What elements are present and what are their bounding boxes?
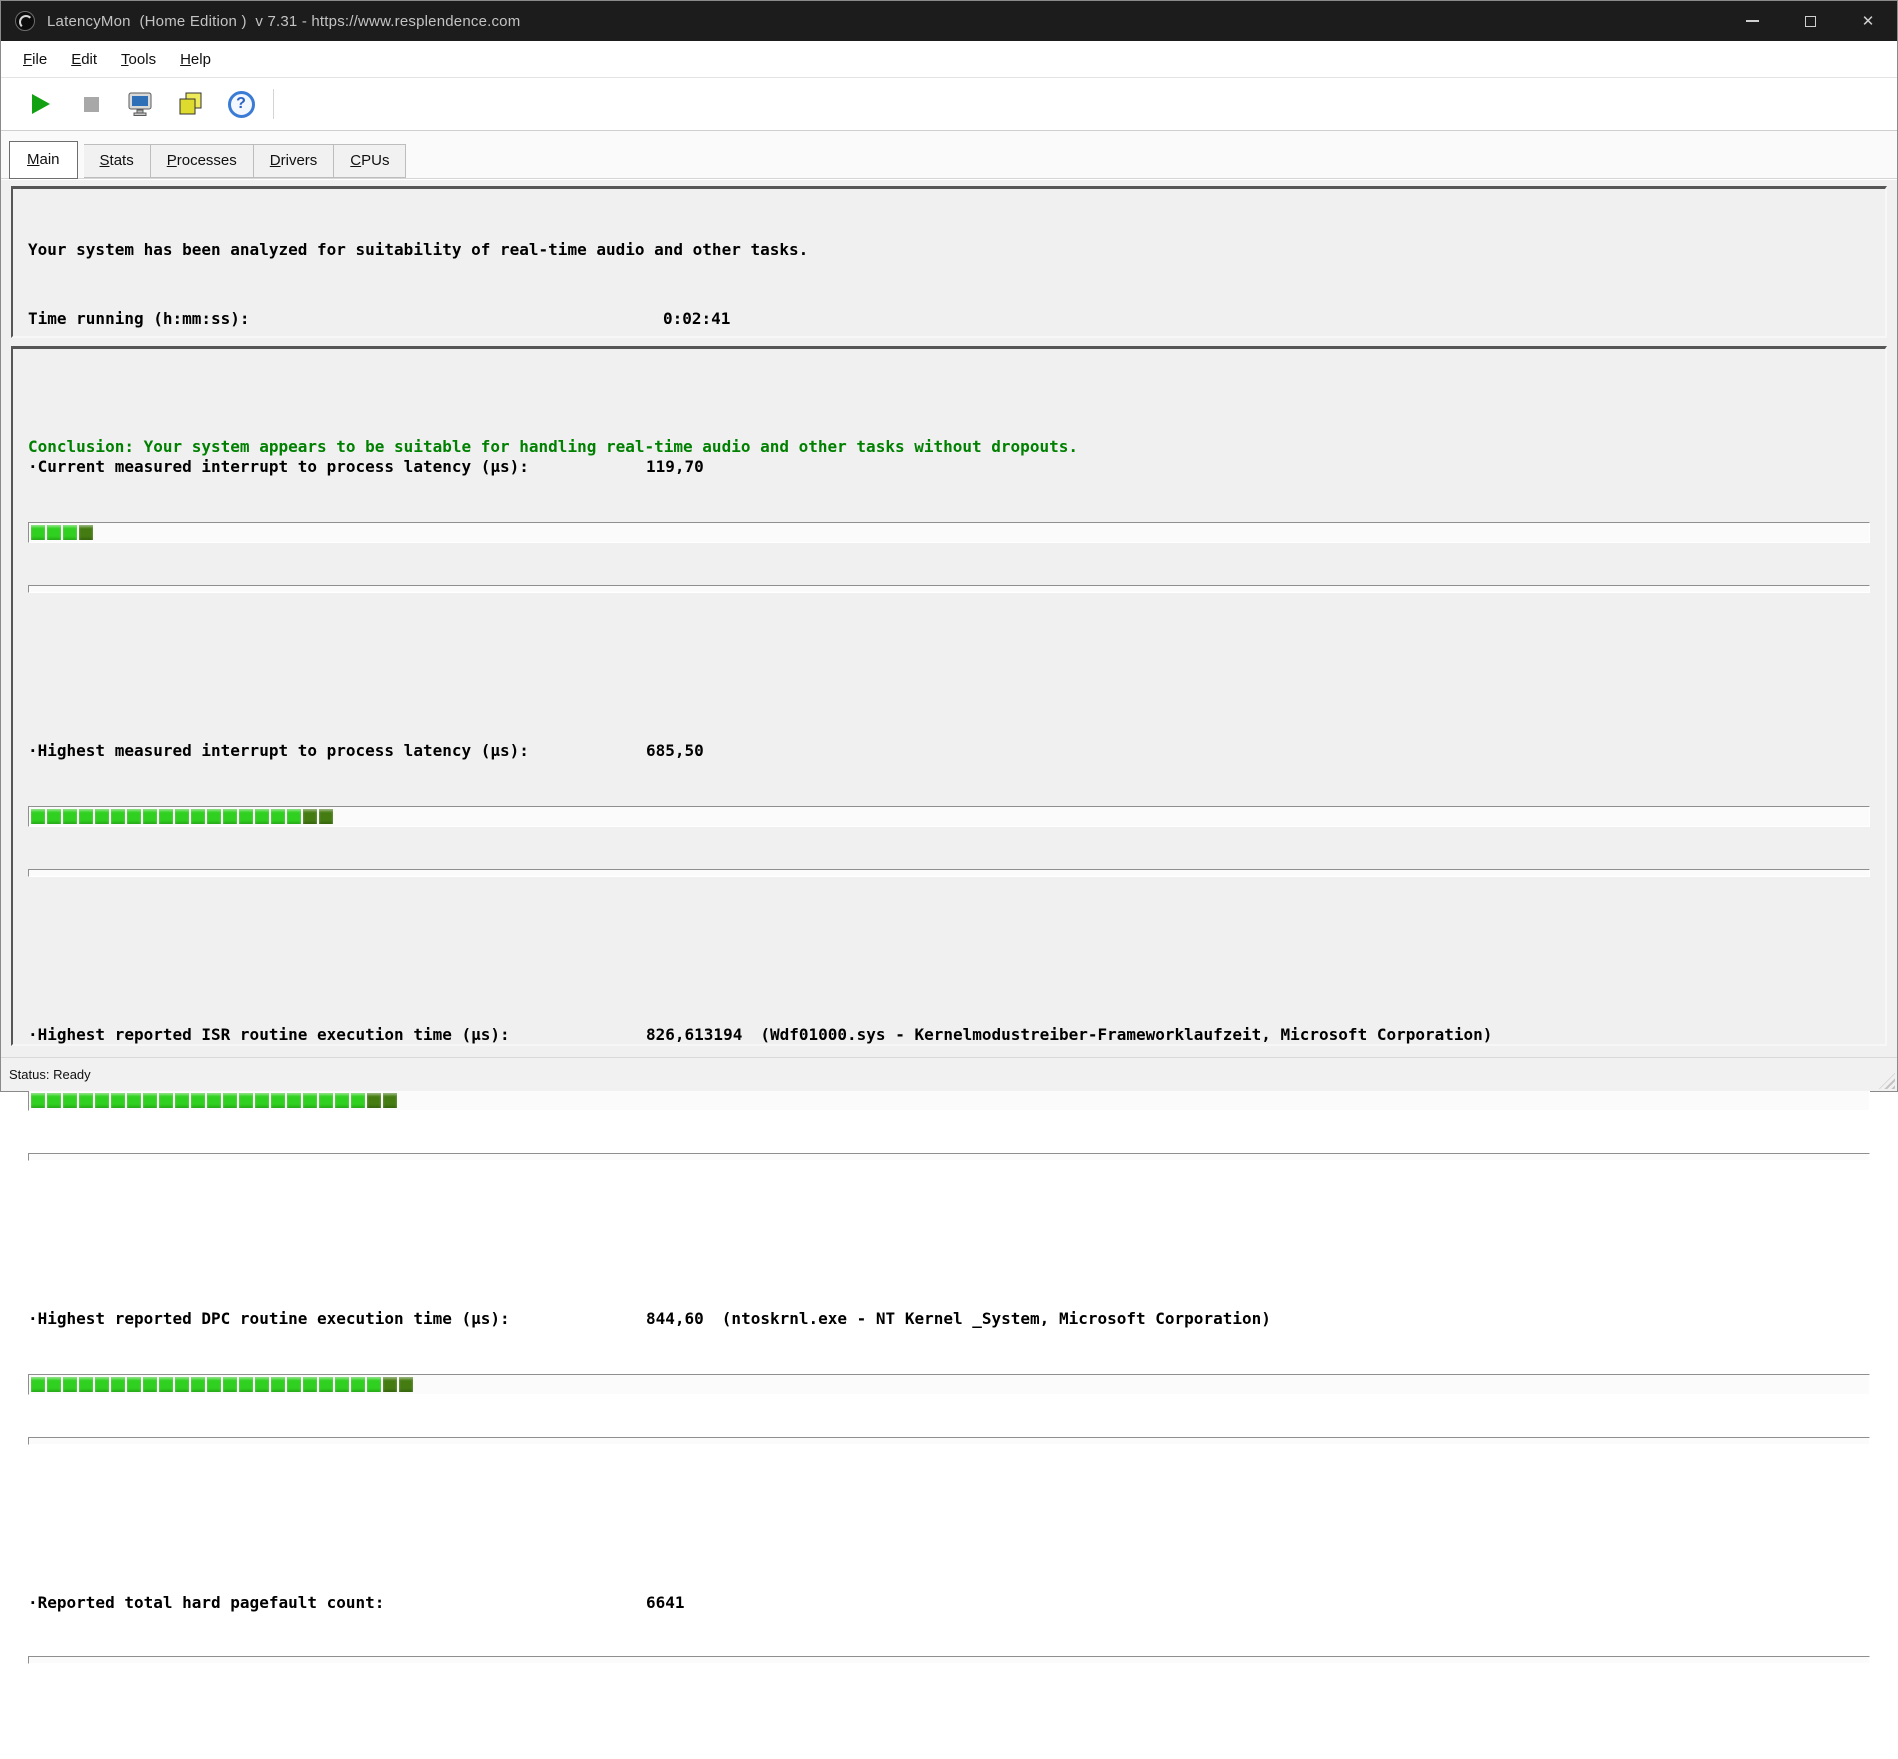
- help-button[interactable]: ?: [223, 85, 259, 123]
- measurement-label: ·Current measured interrupt to process l…: [28, 455, 646, 478]
- time-running-value: 0:02:41: [663, 303, 730, 334]
- menu-edit[interactable]: Edit: [61, 45, 107, 74]
- latency-bar: [28, 1374, 1870, 1395]
- latency-bar-track: [28, 869, 1870, 877]
- latency-bar: [28, 806, 1870, 827]
- report-pages-icon: [176, 89, 206, 119]
- minimize-button[interactable]: [1723, 1, 1781, 41]
- minimize-icon: [1746, 20, 1759, 22]
- menu-tools[interactable]: Tools: [111, 45, 166, 74]
- measurement-extra: (ntoskrnl.exe - NT Kernel _System, Micro…: [722, 1307, 1271, 1330]
- toolbar: ?: [1, 78, 1897, 131]
- tab-drivers[interactable]: Drivers: [254, 144, 335, 178]
- window-title: LatencyMon (Home Edition ) v 7.31 - http…: [47, 13, 520, 30]
- help-icon: ?: [228, 91, 255, 118]
- measurement-row-dpc-time: ·Highest reported DPC routine execution …: [28, 1269, 1870, 1483]
- window-controls: ✕: [1723, 1, 1897, 41]
- toolbar-separator: [273, 89, 274, 119]
- menu-bar: File Edit Tools Help: [1, 41, 1897, 78]
- measurement-label: ·Highest reported DPC routine execution …: [28, 1307, 646, 1330]
- measurement-value: 685,50: [646, 739, 704, 762]
- tab-main[interactable]: Main: [9, 141, 78, 179]
- menu-help[interactable]: Help: [170, 45, 221, 74]
- latency-bar: [28, 522, 1870, 543]
- status-bar: Status: Ready: [1, 1057, 1897, 1091]
- resize-grip-icon[interactable]: [1879, 1073, 1895, 1089]
- main-content: Your system has been analyzed for suitab…: [1, 180, 1897, 1057]
- tab-cpus[interactable]: CPUs: [334, 144, 406, 178]
- measurement-label: ·Highest reported ISR routine execution …: [28, 1023, 646, 1046]
- measurement-row-pagefaults: ·Reported total hard pagefault count: 66…: [28, 1553, 1870, 1702]
- app-icon: [15, 11, 35, 31]
- close-button[interactable]: ✕: [1839, 1, 1897, 41]
- start-monitor-button[interactable]: [23, 85, 59, 123]
- measurement-row-highest-latency: ·Highest measured interrupt to process l…: [28, 701, 1870, 915]
- measurement-value: 826,613194: [646, 1023, 742, 1046]
- measurement-value: 6641: [646, 1591, 685, 1614]
- title-bar: LatencyMon (Home Edition ) v 7.31 - http…: [1, 1, 1897, 41]
- summary-panel: Your system has been analyzed for suitab…: [11, 186, 1887, 338]
- latency-bar: [28, 1090, 1870, 1111]
- measurement-value: 844,60: [646, 1307, 704, 1330]
- tab-stats[interactable]: Stats: [84, 144, 151, 178]
- tab-strip: Main Stats Processes Drivers CPUs: [1, 131, 1897, 179]
- play-icon: [32, 94, 50, 114]
- measurement-row-isr-time: ·Highest reported ISR routine execution …: [28, 985, 1870, 1199]
- latency-bar-track: [28, 1153, 1870, 1161]
- time-running-label: Time running (h:mm:ss):: [28, 303, 663, 334]
- latency-bar-track: [28, 1437, 1870, 1445]
- analysis-text: Your system has been analyzed for suitab…: [28, 234, 1870, 265]
- maximize-icon: [1805, 16, 1816, 27]
- pagefault-bar-track: [28, 1656, 1870, 1664]
- status-text: Status: Ready: [9, 1067, 91, 1082]
- measurement-value: 119,70: [646, 455, 704, 478]
- menu-file[interactable]: File: [13, 45, 57, 74]
- analyzer-button[interactable]: [123, 85, 159, 123]
- maximize-button[interactable]: [1781, 1, 1839, 41]
- report-button[interactable]: [173, 85, 209, 123]
- stop-icon: [84, 97, 99, 112]
- measurement-extra: (Wdf01000.sys - Kernelmodustreiber-Frame…: [760, 1023, 1492, 1046]
- measurement-label: ·Highest measured interrupt to process l…: [28, 739, 646, 762]
- measurement-label: ·Reported total hard pagefault count:: [28, 1591, 646, 1614]
- latency-bar-track: [28, 585, 1870, 593]
- tab-processes[interactable]: Processes: [151, 144, 254, 178]
- analyzer-monitor-icon: [126, 89, 156, 119]
- close-icon: ✕: [1862, 14, 1875, 29]
- stop-monitor-button[interactable]: [73, 85, 109, 123]
